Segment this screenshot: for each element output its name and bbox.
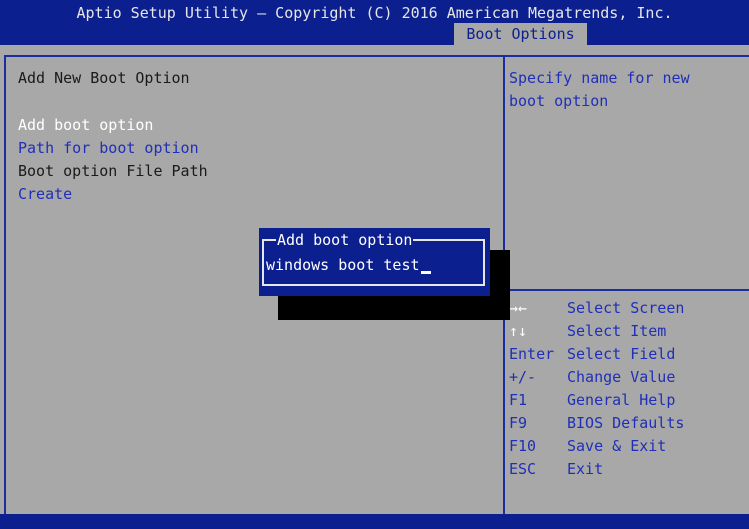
input-value: windows boot test bbox=[266, 256, 420, 274]
key-row: +/- Change Value bbox=[509, 366, 684, 389]
key-desc: Change Value bbox=[567, 368, 676, 386]
menu-item-add-boot-option[interactable]: Add boot option bbox=[18, 114, 153, 137]
key-row: F9 BIOS Defaults bbox=[509, 412, 684, 435]
key-desc: BIOS Defaults bbox=[567, 414, 685, 432]
menu-item-create[interactable]: Create bbox=[18, 183, 72, 206]
menu-item-path-for-boot-option[interactable]: Path for boot option bbox=[18, 137, 199, 160]
key-name: F9 bbox=[509, 414, 528, 432]
key-row: ↑↓ Select Item bbox=[509, 320, 684, 343]
menu-item-boot-option-file-path: Boot option File Path bbox=[18, 162, 208, 180]
key-select-item-arrows-icon: ↑↓ bbox=[509, 322, 528, 340]
key-name: F1 bbox=[509, 391, 528, 409]
key-name: +/- bbox=[509, 368, 537, 386]
key-desc: Exit bbox=[567, 460, 604, 478]
key-desc: Select Field bbox=[567, 345, 676, 363]
tab-boot-options[interactable]: Boot Options bbox=[454, 23, 587, 45]
key-row: ESC Exit bbox=[509, 458, 684, 481]
footer-bar bbox=[0, 514, 749, 529]
key-name: ESC bbox=[509, 460, 537, 478]
boot-option-name-input[interactable]: windows boot test bbox=[266, 254, 478, 277]
help-text: Specify name for new boot option bbox=[509, 69, 690, 110]
section-title: Add New Boot Option bbox=[18, 69, 190, 87]
key-legend: →← Select Screen ↑↓ Select Item Enter Selec… bbox=[509, 297, 684, 481]
header-bar: Aptio Setup Utility – Copyright (C) 2016… bbox=[0, 0, 749, 45]
help-divider bbox=[505, 289, 749, 291]
key-name: Enter bbox=[509, 345, 555, 363]
key-desc: Select Item bbox=[567, 322, 667, 340]
key-row: Enter Select Field bbox=[509, 343, 684, 366]
key-row: F10 Save & Exit bbox=[509, 435, 684, 458]
dialog-title: Add boot option bbox=[276, 229, 414, 252]
text-cursor bbox=[420, 271, 431, 274]
key-row: F1 General Help bbox=[509, 389, 684, 412]
key-select-screen-arrows-icon: →← bbox=[509, 299, 528, 317]
app-title: Aptio Setup Utility – Copyright (C) 2016… bbox=[76, 4, 673, 22]
key-name: F10 bbox=[509, 437, 537, 455]
key-row: →← Select Screen bbox=[509, 297, 684, 320]
key-desc: General Help bbox=[567, 391, 676, 409]
key-desc: Select Screen bbox=[567, 299, 685, 317]
key-desc: Save & Exit bbox=[567, 437, 667, 455]
